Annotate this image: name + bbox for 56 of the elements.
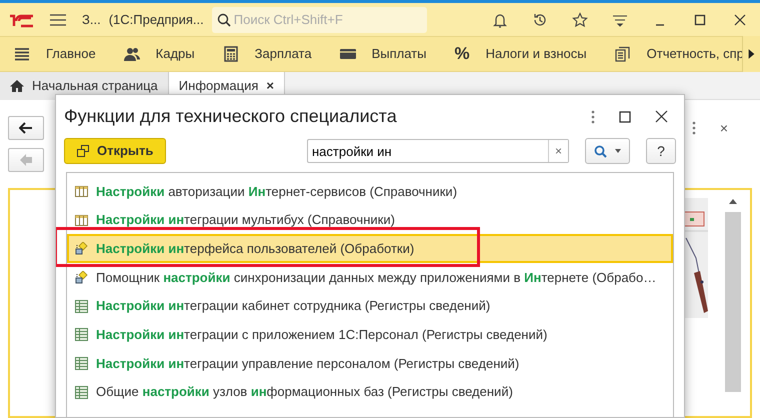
open-icon (77, 145, 89, 157)
percent-icon: % (454, 41, 470, 67)
menu-icon[interactable] (50, 14, 66, 26)
section-link[interactable]: Зарплата (254, 44, 312, 64)
section-link[interactable]: Налоги и взносы (486, 44, 587, 64)
section-link[interactable]: Главное (46, 44, 96, 64)
clear-button[interactable]: × (548, 140, 568, 162)
list-item[interactable]: Настройки интеграции управление персоналом (Регистры сведений) (67, 349, 673, 378)
search-icon (216, 12, 231, 26)
close-tab-icon[interactable]: × (266, 76, 274, 96)
bell-icon[interactable] (492, 12, 508, 28)
register-icon (75, 386, 88, 399)
list-item[interactable]: Настройки интеграции мультибух (Справочники) (67, 206, 673, 234)
menu-icon (14, 46, 30, 62)
history-icon[interactable] (532, 12, 548, 28)
more-icon[interactable] (692, 121, 696, 135)
search-icon (594, 144, 607, 158)
list-item[interactable]: Помощник настройки синхронизации данных между приложениями в Интернете (Обрабо… (67, 263, 673, 292)
scroll-right-icon[interactable] (742, 36, 760, 72)
register-icon (75, 300, 88, 313)
close-icon[interactable] (732, 12, 748, 28)
scroll-up-icon[interactable] (729, 198, 737, 204)
documents-icon (614, 46, 631, 62)
list-item[interactable]: Общие настройки узлов информационных баз (Регистры сведений) (67, 378, 673, 406)
list-item[interactable]: Настройки интеграции кабинет сотрудника (Регистры сведений) (67, 292, 673, 320)
processing-icon (75, 270, 88, 284)
back-arrow-icon (19, 122, 33, 134)
people-icon (124, 46, 140, 62)
home-icon (10, 79, 24, 93)
star-icon[interactable] (572, 12, 588, 28)
caret-icon (615, 149, 621, 153)
section-link[interactable]: Выплаты (372, 44, 426, 64)
catalog-icon (75, 214, 88, 227)
register-icon (75, 328, 88, 342)
list-item[interactable]: Настройки интеграции с приложением 1С:Персонал (Регистры сведений) (67, 320, 673, 350)
help-button[interactable]: ? (646, 138, 676, 164)
search-button[interactable] (585, 138, 630, 164)
dialog-title: Функции для технического специалиста (64, 105, 397, 128)
calculator-icon (222, 46, 239, 62)
more-icon[interactable] (591, 110, 595, 124)
close-icon[interactable] (655, 110, 668, 123)
open-button[interactable]: Открыть (64, 138, 166, 164)
back-arrow-icon (20, 154, 32, 166)
register-icon (75, 356, 88, 370)
catalog-icon (75, 184, 88, 198)
app-title: (1С:Предприя... (108, 10, 204, 29)
close-icon[interactable]: × (720, 118, 728, 138)
back-button[interactable] (8, 116, 44, 140)
processing-icon (75, 242, 88, 256)
list-item[interactable]: Настройки интерфейса пользователей (Обработки) (67, 234, 673, 264)
app-title: З... (82, 10, 101, 29)
wallet-icon (340, 46, 356, 62)
search-field[interactable]: Поиск Ctrl+Shift+F (212, 6, 427, 32)
list-item[interactable]: Настройки авторизации Интернет-сервисов (Справочники) (67, 177, 673, 206)
section-link[interactable]: Кадры (156, 44, 195, 64)
maximize-icon[interactable] (619, 110, 631, 122)
